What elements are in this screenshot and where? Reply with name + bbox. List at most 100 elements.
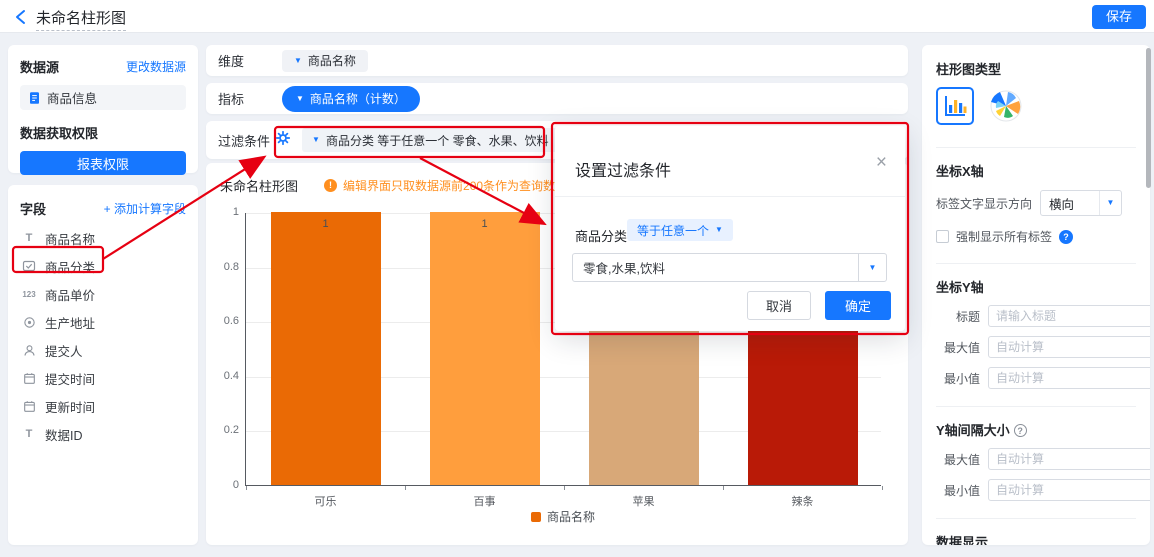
field-item[interactable]: T 数据ID (8, 420, 198, 448)
change-datasource-link[interactable]: 更改数据源 (126, 58, 186, 75)
chart-legend[interactable]: 商品名称 (531, 508, 595, 525)
y-axis-tick-label: 0 (209, 479, 239, 491)
add-calc-field-link[interactable]: + 添加计算字段 (104, 200, 186, 217)
caret-down-icon: ▼ (312, 136, 320, 144)
rose-chart-icon (988, 88, 1024, 124)
person-field-icon (21, 344, 37, 357)
x-axis-tick (882, 486, 883, 490)
modal-title: 设置过滤条件 (575, 157, 671, 181)
field-item-label: 提交时间 (45, 369, 95, 388)
y-axis-tick-label: 0.2 (209, 424, 239, 436)
header: 未命名柱形图 保存 (0, 0, 1154, 33)
field-list: T商品名称商品分类 123商品单价生产地址提交人提交时间更新时间 T 数据ID (8, 224, 198, 448)
y-axis-tick-label: 0.6 (209, 315, 239, 327)
close-icon[interactable]: × (876, 153, 887, 172)
x-axis-tick (564, 486, 565, 490)
cancel-button[interactable]: 取消 (747, 291, 811, 320)
location-field-icon (21, 316, 37, 329)
back-button[interactable] (14, 9, 28, 25)
yaxis-max-input[interactable] (988, 336, 1150, 358)
dimension-row: 维度 ▼ 商品名称 (206, 45, 908, 76)
chart-warning: ! 编辑界面只取数据源前200条作为查询数据预览 (324, 177, 591, 194)
bar-chart-type-button[interactable] (936, 87, 974, 125)
calendar-field-icon (21, 372, 37, 385)
y-axis-tick-label: 0.4 (209, 370, 239, 382)
legend-swatch (531, 512, 541, 522)
caret-down-icon: ▼ (294, 57, 302, 65)
operator-dropdown[interactable]: 等于任意一个 ▼ (627, 219, 733, 241)
dimension-label: 维度 (218, 51, 282, 70)
field-item-label: 商品分类 (45, 257, 95, 276)
y-axis-tick-label: 0.8 (209, 261, 239, 273)
field-item-label: 更新时间 (45, 397, 95, 416)
x-axis-tick (723, 486, 724, 490)
interval-min-label: 最小值 (936, 482, 980, 499)
interval-min-input[interactable] (988, 479, 1150, 501)
interval-max-label: 最大值 (936, 451, 980, 468)
field-item[interactable]: 提交人 (8, 336, 198, 364)
bar-百事[interactable] (430, 212, 540, 485)
filter-value-text: 零食,水果,饮料 (573, 258, 858, 277)
metric-label: 指标 (218, 89, 282, 108)
caret-down-icon: ▼ (1099, 191, 1121, 215)
panel-scrollbar[interactable] (1146, 48, 1151, 188)
xaxis-title: 坐标X轴 (936, 161, 1136, 180)
report-permission-button[interactable]: 报表权限 (20, 151, 186, 175)
filter-tag[interactable]: ▼ 商品分类 等于任意一个 零食、水果、饮料 (302, 128, 559, 152)
gear-icon[interactable] (276, 131, 290, 150)
x-axis-category-label: 辣条 (792, 493, 814, 509)
field-item[interactable]: 提交时间 (8, 364, 198, 392)
dimension-pill[interactable]: ▼ 商品名称 (282, 50, 368, 72)
yaxis-title-input[interactable] (988, 305, 1150, 327)
field-item[interactable]: 123商品单价 (8, 280, 198, 308)
fields-title: 字段 (20, 199, 46, 218)
field-item-label: 数据ID (45, 425, 83, 444)
yaxis-min-input[interactable] (988, 367, 1150, 389)
page-title[interactable]: 未命名柱形图 (36, 7, 126, 31)
yaxis-min-label: 最小值 (936, 370, 980, 387)
chart-type-title: 柱形图类型 (936, 59, 1136, 78)
datasource-item-label: 商品信息 (47, 88, 97, 107)
caret-down-icon: ▼ (858, 254, 886, 281)
field-item[interactable]: 生产地址 (8, 308, 198, 336)
interval-max-input[interactable] (988, 448, 1150, 470)
chart-title: 未命名柱形图 (220, 176, 298, 195)
rose-chart-type-button[interactable] (988, 88, 1024, 124)
field-item[interactable]: 商品分类 (8, 252, 198, 280)
data-display-title: 数据显示 (936, 532, 1136, 545)
modal-field-label: 商品分类 (575, 226, 627, 245)
metric-pill[interactable]: ▼ 商品名称（计数） (282, 86, 420, 112)
field-item-label: 生产地址 (45, 313, 95, 332)
number-field-icon: 123 (21, 290, 37, 299)
confirm-button[interactable]: 确定 (825, 291, 891, 320)
field-item-label: 商品名称 (45, 229, 95, 248)
label-direction-select[interactable]: 横向 ▼ (1040, 190, 1122, 216)
save-button[interactable]: 保存 (1092, 5, 1146, 29)
bar-可乐[interactable] (271, 212, 381, 485)
yaxis-max-label: 最大值 (936, 339, 980, 356)
warning-icon: ! (324, 179, 337, 192)
help-icon[interactable]: ? (1014, 424, 1027, 437)
label-direction-value: 横向 (1041, 194, 1099, 213)
x-axis-tick (246, 486, 247, 490)
field-item[interactable]: T商品名称 (8, 224, 198, 252)
chart-editor-page: 未命名柱形图 保存 数据源 更改数据源 商品信息 数据获取权限 报表权限 字段 … (0, 0, 1154, 557)
calendar-field-icon (21, 400, 37, 413)
y-interval-title: Y轴间隔大小? (936, 420, 1136, 439)
select-field-icon (21, 259, 37, 273)
filter-value-select[interactable]: 零食,水果,饮料 ▼ (572, 253, 887, 282)
dimension-value: 商品名称 (308, 52, 356, 69)
help-icon[interactable]: ? (1059, 230, 1073, 244)
x-axis-category-label: 可乐 (315, 493, 337, 509)
caret-down-icon: ▼ (296, 95, 304, 103)
y-axis-tick-label: 1 (209, 206, 239, 218)
text-field-icon: T (21, 428, 37, 440)
datasource-item[interactable]: 商品信息 (20, 85, 186, 110)
force-labels-checkbox[interactable] (936, 230, 949, 243)
chevron-left-icon (14, 9, 28, 25)
x-axis-category-label: 苹果 (633, 493, 655, 509)
metric-value: 商品名称（计数） (310, 90, 406, 107)
bar-chart-icon (942, 93, 968, 119)
field-item[interactable]: 更新时间 (8, 392, 198, 420)
bar-value-label: 1 (271, 218, 381, 230)
